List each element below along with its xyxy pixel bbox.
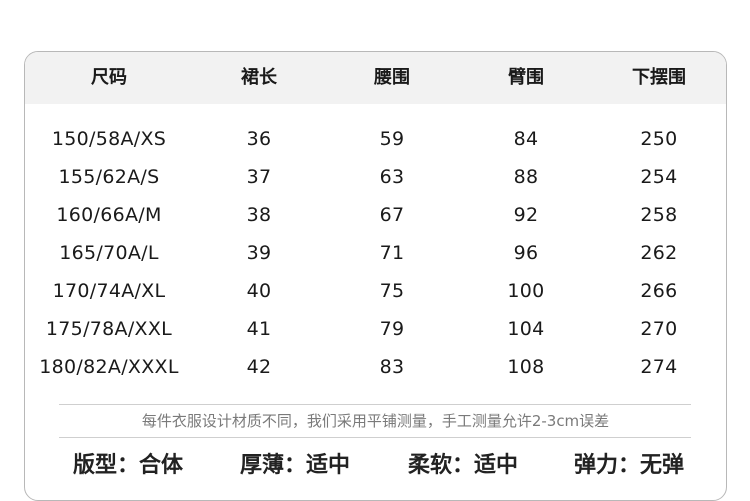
- cell-hem: 274: [640, 356, 678, 378]
- cell-skirt-length: 37: [246, 166, 272, 188]
- cell-waist: 75: [379, 280, 405, 302]
- header-waist: 腰围: [374, 67, 410, 88]
- cell-skirt-length: 42: [246, 356, 272, 378]
- cell-size: 150/58A/XS: [51, 128, 167, 150]
- cell-hem: 266: [640, 280, 678, 302]
- header-arm: 臂围: [508, 67, 544, 88]
- table-row: 155/62A/S 37 63 88 254: [25, 158, 726, 196]
- cell-size: 180/82A/XXXL: [39, 356, 179, 378]
- cell-waist: 63: [379, 166, 405, 188]
- measurement-note: 每件衣服设计材质不同，我们采用平铺测量，手工测量允许2-3cm误差: [141, 412, 610, 430]
- cell-skirt-length: 39: [246, 242, 272, 264]
- cell-skirt-length: 36: [246, 128, 272, 150]
- cell-hem: 250: [640, 128, 678, 150]
- cell-waist: 67: [379, 204, 405, 226]
- cell-skirt-length: 38: [246, 204, 272, 226]
- cell-skirt-length: 40: [246, 280, 272, 302]
- cell-arm: 100: [507, 280, 545, 302]
- cell-size: 165/70A/L: [59, 242, 159, 264]
- cell-arm: 92: [513, 204, 539, 226]
- table-row: 150/58A/XS 36 59 84 250: [25, 120, 726, 158]
- spec-elasticity: 弹力：无弹: [573, 453, 685, 478]
- size-chart-card: 尺码 裙长 腰围 臂围 下摆围 150/58A/XS 36 59 84 250 …: [24, 51, 727, 501]
- header-size: 尺码: [91, 67, 127, 88]
- cell-hem: 270: [640, 318, 678, 340]
- cell-arm: 108: [507, 356, 545, 378]
- cell-skirt-length: 41: [246, 318, 272, 340]
- table-row: 180/82A/XXXL 42 83 108 274: [25, 348, 726, 386]
- cell-hem: 258: [640, 204, 678, 226]
- table-row: 160/66A/M 38 67 92 258: [25, 196, 726, 234]
- cell-arm: 104: [507, 318, 545, 340]
- cell-waist: 79: [379, 318, 405, 340]
- cell-arm: 88: [513, 166, 539, 188]
- cell-size: 170/74A/XL: [52, 280, 166, 302]
- cell-arm: 96: [513, 242, 539, 264]
- header-skirt-length: 裙长: [241, 67, 277, 88]
- cell-waist: 83: [379, 356, 405, 378]
- cell-waist: 59: [379, 128, 405, 150]
- cell-hem: 254: [640, 166, 678, 188]
- table-header: 尺码 裙长 腰围 臂围 下摆围: [25, 52, 726, 104]
- divider-bottom: [59, 437, 691, 438]
- spec-fit: 版型：合体: [72, 453, 184, 478]
- cell-waist: 71: [379, 242, 405, 264]
- table-row: 175/78A/XXL 41 79 104 270: [25, 310, 726, 348]
- cell-size: 155/62A/S: [58, 166, 160, 188]
- table-row: 170/74A/XL 40 75 100 266: [25, 272, 726, 310]
- cell-hem: 262: [640, 242, 678, 264]
- cell-size: 160/66A/M: [56, 204, 162, 226]
- table-row: 165/70A/L 39 71 96 262: [25, 234, 726, 272]
- spec-thickness: 厚薄：适中: [239, 453, 351, 478]
- header-hem: 下摆围: [632, 67, 686, 88]
- cell-size: 175/78A/XXL: [45, 318, 173, 340]
- spec-softness: 柔软：适中: [407, 453, 519, 478]
- cell-arm: 84: [513, 128, 539, 150]
